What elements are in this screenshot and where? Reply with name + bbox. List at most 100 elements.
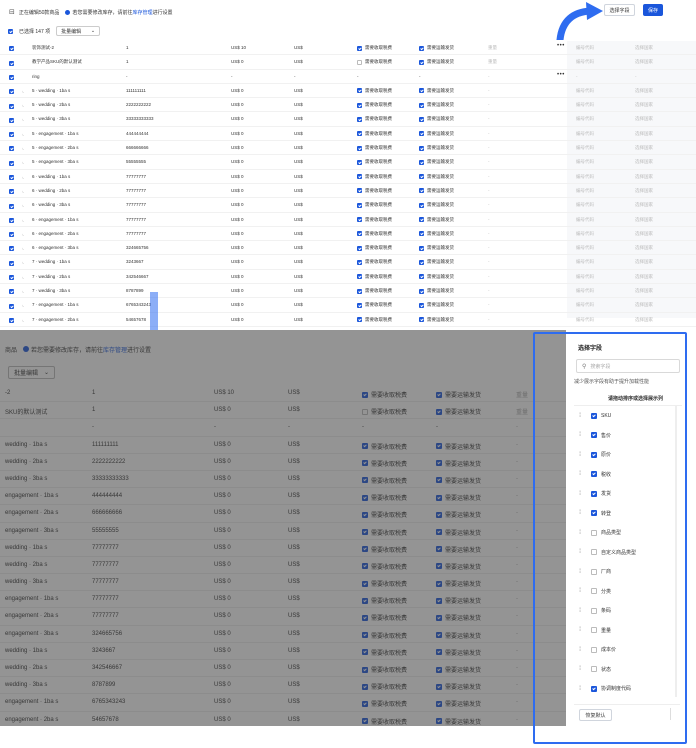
weight-input[interactable]: - [488, 74, 490, 79]
row-checkbox-cell[interactable] [9, 246, 14, 252]
tax-checkbox[interactable] [362, 632, 368, 639]
field-option[interactable]: ⁞⁞ 售价 [574, 426, 682, 446]
row-checkbox-cell[interactable] [9, 203, 14, 209]
ship-checkbox[interactable] [436, 666, 442, 673]
ship-cell[interactable]: 需要运输发货 [419, 45, 454, 51]
compare-price-input[interactable]: US$ [294, 288, 303, 293]
ship-checkbox[interactable] [419, 88, 424, 94]
tax-cell[interactable]: 需要收取税费 [357, 202, 392, 208]
row-checkbox[interactable] [9, 89, 14, 95]
weight-input[interactable]: - [488, 131, 490, 136]
tax-checkbox[interactable] [362, 443, 368, 450]
tax-checkbox[interactable] [362, 563, 368, 570]
row-checkbox[interactable] [9, 174, 14, 180]
ship-cell[interactable]: 需要运输发货 [419, 159, 454, 165]
sku-input[interactable]: 1 [126, 59, 129, 64]
ship-checkbox[interactable] [419, 145, 424, 151]
save-button[interactable]: 保存 [643, 4, 663, 16]
origin-select[interactable]: - [635, 74, 637, 79]
tax-checkbox[interactable] [357, 202, 362, 208]
tax-cell[interactable]: 需要收取税费 [357, 88, 392, 94]
ship-cell[interactable]: 需要运输发货 [419, 231, 454, 237]
field-option[interactable]: ⁞⁞ 自定义商品类型 [574, 543, 682, 563]
ship-checkbox[interactable] [436, 408, 442, 415]
row-checkbox[interactable] [9, 246, 14, 252]
ship-checkbox[interactable] [419, 245, 424, 251]
reset-default-button[interactable]: 恢复默认 [579, 709, 612, 721]
table-row[interactable]: ⌞ 5 · wedding · 1ba s 111111111 US$ 0 US$ 需要收… [0, 84, 696, 99]
tax-checkbox[interactable] [362, 391, 368, 398]
field-option[interactable]: ⁞⁞ 状态 [574, 660, 682, 680]
row-checkbox-cell[interactable] [9, 89, 14, 95]
ship-checkbox[interactable] [419, 217, 424, 223]
weight-input[interactable]: - [488, 159, 490, 164]
price-input[interactable]: US$ 0 [231, 88, 244, 93]
row-checkbox-cell[interactable] [9, 217, 14, 223]
tax-checkbox[interactable] [357, 188, 362, 194]
origin-select[interactable]: 选择国家 [635, 174, 653, 180]
compare-price-input[interactable]: US$ [294, 259, 303, 264]
ship-checkbox[interactable] [419, 302, 424, 308]
tax-checkbox[interactable] [357, 116, 362, 122]
tax-cell[interactable]: 需要收取税费 [357, 317, 392, 323]
row-checkbox[interactable] [9, 203, 14, 209]
row-checkbox[interactable] [9, 260, 14, 266]
field-option[interactable]: ⁞⁞ 税收 [574, 465, 682, 485]
hs-code-input[interactable]: 编号代码 [576, 245, 594, 251]
drag-handle-icon[interactable]: ⁞⁞ [579, 588, 587, 594]
ship-checkbox[interactable] [419, 288, 424, 294]
tax-checkbox[interactable] [357, 159, 362, 165]
hs-code-input[interactable]: 编号代码 [576, 259, 594, 265]
field-option[interactable]: ⁞⁞ 重量 [574, 621, 682, 641]
sku-input[interactable]: 77777777 [126, 188, 146, 193]
row-checkbox[interactable] [9, 232, 14, 238]
tax-cell[interactable]: 需要收取税费 [357, 174, 392, 180]
ship-checkbox[interactable] [436, 700, 442, 707]
tax-cell[interactable]: 需要收取税费 [357, 116, 392, 122]
origin-select[interactable]: 选择国家 [635, 145, 653, 151]
hs-code-input[interactable]: 编号代码 [576, 59, 594, 65]
tax-checkbox[interactable] [362, 511, 368, 518]
table-row[interactable]: ⌞ 6 · wedding · 1ba s 77777777 US$ 0 US$ 需要收取… [0, 170, 696, 184]
field-checkbox[interactable] [591, 627, 597, 634]
compare-price-input[interactable]: US$ [294, 188, 303, 193]
back-arrow-icon[interactable]: ⊟ [9, 8, 15, 16]
row-checkbox[interactable] [9, 160, 14, 166]
weight-input[interactable]: - [488, 274, 490, 279]
hs-code-input[interactable]: 编号代码 [576, 45, 594, 51]
drag-handle-icon[interactable]: ⁞⁞ [579, 608, 587, 614]
compare-price-input[interactable]: US$ [294, 202, 303, 207]
weight-input[interactable]: - [488, 188, 490, 193]
hs-code-input[interactable]: 编号代码 [576, 217, 594, 223]
table-row[interactable]: ⌞ 6 · wedding · 3ba s 77777777 US$ 0 US$ 需要收取… [0, 198, 696, 213]
drag-handle-icon[interactable]: ⁞⁞ [579, 471, 587, 477]
row-checkbox[interactable] [9, 189, 14, 195]
row-checkbox[interactable] [9, 117, 14, 123]
tax-cell[interactable]: 需要收取税费 [357, 288, 392, 294]
ship-checkbox[interactable] [419, 317, 424, 323]
ship-cell[interactable]: 需要运输发货 [419, 188, 454, 194]
tax-cell[interactable]: 需要收取税费 [357, 231, 392, 237]
tax-checkbox[interactable] [357, 102, 362, 108]
table-row[interactable]: ⌞ 5 · engagement · 2ba s 666666666 US$ 0 US$… [0, 141, 696, 156]
tax-cell[interactable]: 需要收取税费 [357, 131, 392, 137]
tax-checkbox[interactable] [357, 88, 362, 94]
origin-select[interactable]: 选择国家 [635, 288, 653, 294]
ship-checkbox[interactable] [436, 546, 442, 553]
weight-input[interactable]: - [488, 116, 490, 121]
price-input[interactable]: US$ 0 [231, 131, 244, 136]
drag-handle-icon[interactable]: ⁞⁞ [579, 452, 587, 458]
price-input[interactable]: US$ 0 [231, 259, 244, 264]
row-checkbox-cell[interactable] [9, 289, 14, 295]
ship-checkbox[interactable] [436, 563, 442, 570]
tax-checkbox[interactable] [357, 317, 362, 323]
row-checkbox-cell[interactable] [9, 189, 14, 195]
ship-checkbox[interactable] [436, 580, 442, 587]
ship-cell[interactable]: 需要运输发货 [419, 102, 454, 108]
price-input[interactable]: US$ 0 [231, 231, 244, 236]
weight-input[interactable]: - [488, 102, 490, 107]
tax-checkbox[interactable] [357, 231, 362, 237]
ship-checkbox[interactable] [419, 188, 424, 194]
table-row[interactable]: 教学产品SKU的默认测试 1 US$ 0 US$ 需要收取税费 需要运输发货 重量 编号代码 选… [0, 55, 696, 70]
sku-input[interactable]: 1 [126, 45, 129, 50]
